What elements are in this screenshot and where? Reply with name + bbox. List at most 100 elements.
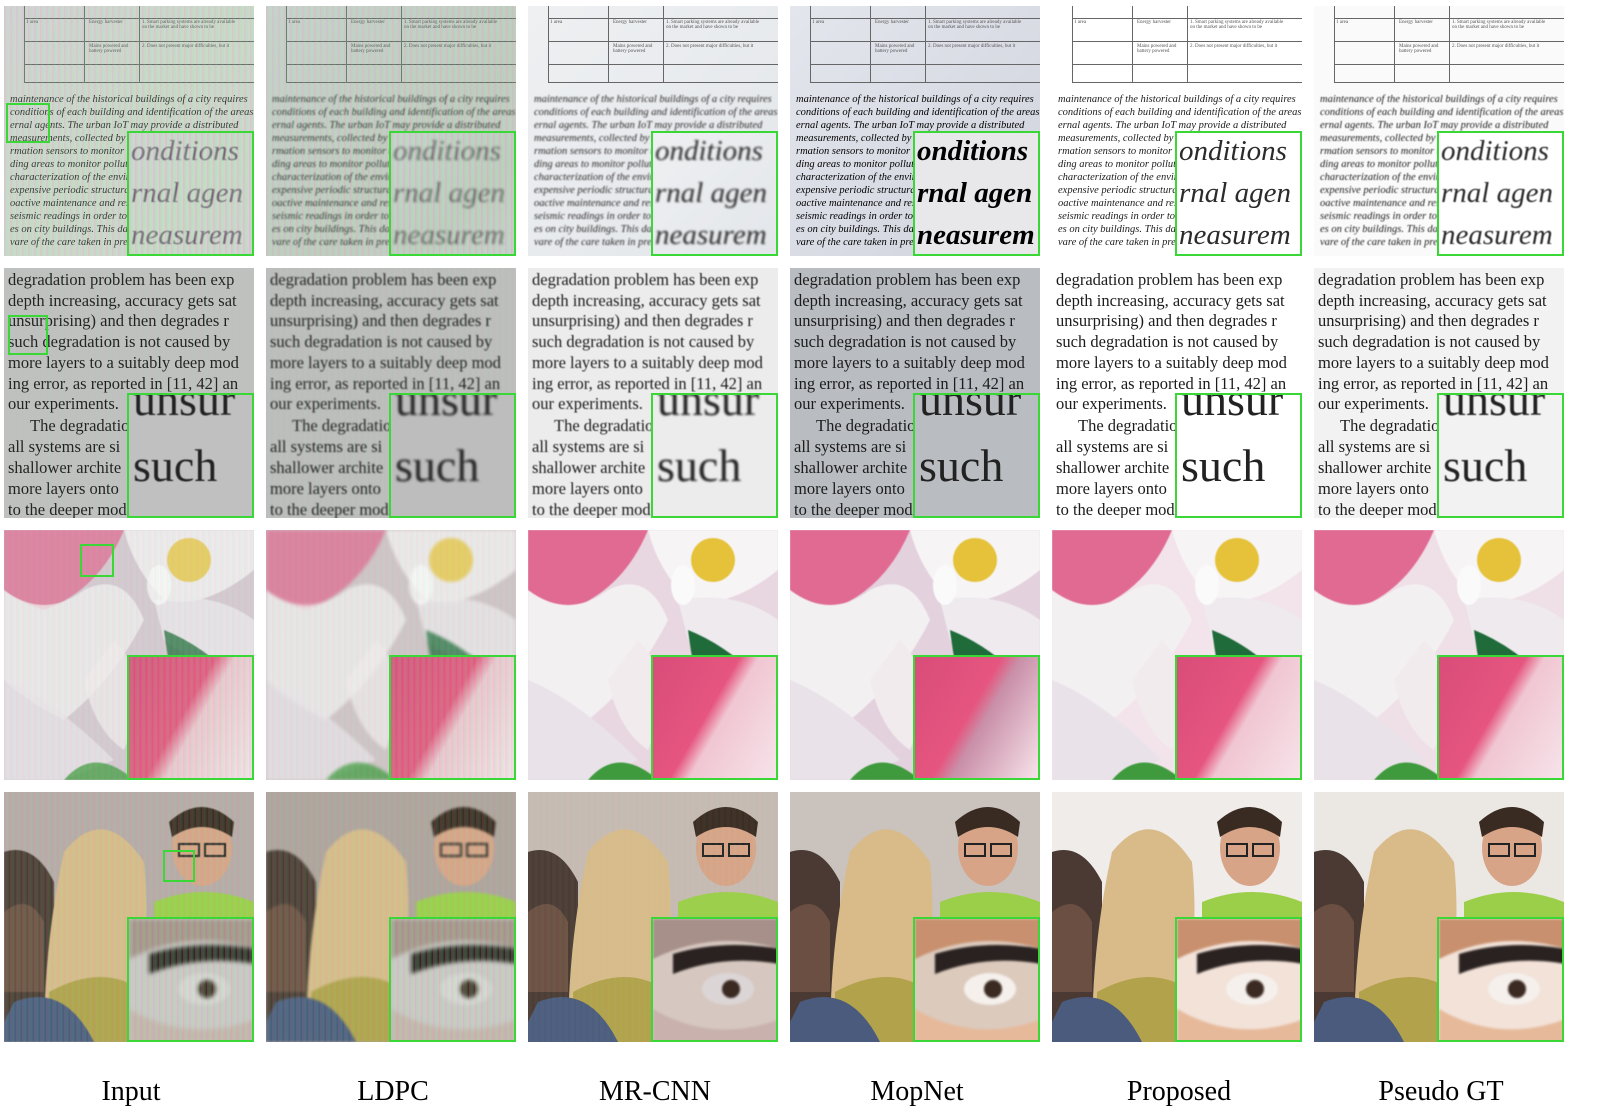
paper-text-line: to the deeper mod — [8, 500, 127, 518]
glasses-zoom — [129, 919, 252, 1040]
zoom-text-line: rnal agen — [131, 177, 243, 209]
document-text-line: characterization of the enviro — [796, 172, 921, 183]
flower-shape — [691, 538, 735, 582]
paper-text-line: The degradatio — [1340, 416, 1440, 435]
document-text-line: oactive maintenance and resto — [272, 198, 401, 209]
document-text-line: measurements, collected by s — [272, 133, 395, 144]
table-rule — [608, 6, 609, 82]
paper-text-line: more layers to a suitably deep mod — [794, 352, 1025, 372]
table-cell-text: 2. Does not present major difficulties, … — [404, 44, 492, 49]
paper-text-line: all systems are si — [532, 437, 645, 456]
table-rule — [84, 6, 85, 82]
table-rule — [286, 6, 287, 82]
document-text-line: maintenance of the historical buildings … — [1058, 94, 1296, 105]
paper-text-line: ing error, as reported in [11, 42] an — [1056, 373, 1287, 393]
zoom-inset: unsur such — [1437, 393, 1564, 518]
document-panel-mrcnn: 1 area Energy harvester 1. Smart parking s… — [528, 6, 778, 256]
zoom-text-line: neasurem — [655, 219, 767, 251]
table-cell-text: battery powered — [1399, 49, 1432, 54]
document-text-line: characterization of the enviro — [272, 172, 397, 183]
document-table: 1 area Energy harvester 1. Smart parking s… — [1072, 6, 1302, 84]
zoom-shape — [1197, 945, 1300, 974]
document-text-line: measurements, collected by s — [1058, 133, 1181, 144]
table-cell-text: battery powered — [613, 49, 646, 54]
zoom-inset: onditions rnal agen neasurem — [127, 131, 254, 256]
paper-text-line: more layers to a suitably deep mod — [8, 352, 239, 372]
label-ldpc: LDPC — [357, 1076, 429, 1107]
paper-text-line: all systems are si — [1318, 437, 1431, 456]
zoom-inset: unsur such — [389, 393, 516, 518]
table-cell-text: battery powered — [89, 49, 122, 54]
glasses-zoom — [1177, 919, 1300, 1040]
paper-text-line: degradation problem has been exp — [8, 270, 235, 289]
flower-shape — [933, 565, 957, 605]
people-shape — [790, 904, 830, 992]
document-text-line: characterization of the enviro — [1058, 172, 1183, 183]
flower-shape — [1195, 565, 1219, 605]
document-text-line: es on city buildings. This data — [1320, 224, 1446, 235]
flower-panel-mrcnn — [528, 530, 778, 780]
document-panel-input: 1 area Energy harvester 1. Smart parking s… — [4, 6, 254, 256]
roi-marker — [6, 103, 50, 143]
paper-text-line: depth increasing, accuracy gets sat — [270, 290, 499, 310]
zoom-text-line: unsur — [1181, 393, 1284, 425]
paper-text-line: The degradatio — [554, 416, 654, 435]
table-cell-text: 2. Does not present major difficulties, … — [142, 44, 230, 49]
zoom-shape — [1508, 980, 1526, 998]
paper-text-line: more layers onto — [1318, 479, 1429, 498]
document-panel-proposed: 1 area Energy harvester 1. Smart parking s… — [1052, 6, 1302, 256]
table-rule — [1072, 82, 1302, 83]
zoom-shape — [1177, 1009, 1300, 1040]
table-rule — [1449, 6, 1450, 82]
document-table: 1 area Energy harvester 1. Smart parking s… — [1334, 6, 1564, 84]
roi-marker — [8, 315, 48, 355]
table-cell-text: 1 area — [1336, 20, 1349, 25]
document-table: 1 area Energy harvester 1. Smart parking s… — [548, 6, 778, 84]
zoom-inset: onditions rnal agen neasurem — [1437, 131, 1564, 256]
zoom-inset — [127, 917, 254, 1042]
zoom-text-line: such — [1443, 440, 1528, 491]
zoom-text-line: neasurem — [1179, 219, 1291, 251]
paper-text-line: such degradation is not caused by — [270, 332, 493, 352]
document-text-line: characterization of the enviro — [1320, 172, 1445, 183]
zoom-shape — [673, 945, 776, 974]
document-text-line: maintenance of the historical buildings … — [1320, 94, 1558, 105]
zoom-text-line: rnal agen — [1441, 177, 1553, 209]
document-text-line: maintenance of the historical buildings … — [272, 94, 510, 105]
document-text-line: seismic readings in order to b — [534, 211, 659, 222]
zoom-inset: onditions rnal agen neasurem — [913, 131, 1040, 256]
document-text-line: conditions of each building and identifi… — [272, 107, 516, 118]
flower-panel-pseudo-gt — [1314, 530, 1564, 780]
zoom-inset — [651, 655, 778, 780]
zoom-inset — [651, 917, 778, 1042]
table-cell-text: Energy harvester — [613, 20, 647, 25]
paper-text-line: all systems are si — [794, 437, 907, 456]
document-text-line: conditions of each building and identifi… — [1320, 107, 1564, 118]
document-text-line: oactive maintenance and resto — [1058, 198, 1187, 209]
paper-text-line: The degradatio — [1078, 416, 1178, 435]
paper-text-line: depth increasing, accuracy gets sat — [1318, 290, 1547, 310]
paper-text-line: depth increasing, accuracy gets sat — [794, 290, 1023, 310]
people-panel-mopnet — [790, 792, 1040, 1042]
label-proposed: Proposed — [1126, 1076, 1232, 1107]
zoom-shape — [1246, 980, 1264, 998]
document-text-line: expensive periodic structural — [534, 185, 657, 196]
paper-text-line: to the deeper mod — [1056, 500, 1175, 518]
flower-shape — [147, 565, 171, 605]
table-cell-text: Energy harvester — [1137, 20, 1171, 25]
document-text-line: rmation sensors to monitor th — [534, 146, 659, 157]
paper-text-line: shallower archite — [794, 458, 908, 477]
paper-text-line: unsurprising) and then degrades r — [270, 311, 491, 331]
paper-text-line: degradation problem has been exp — [1318, 270, 1545, 289]
roi-marker — [80, 544, 114, 577]
document-text-line: expensive periodic structural — [796, 185, 919, 196]
table-rule — [1334, 82, 1564, 83]
paper-text-line: more layers onto — [1056, 479, 1167, 498]
zoom-shape — [722, 980, 740, 998]
document-text-line: oactive maintenance and resto — [534, 198, 663, 209]
paper-text-line: such degradation is not caused by — [1056, 332, 1279, 352]
paper-text-line: more layers to a suitably deep mod — [1056, 352, 1287, 372]
paper-text-line: degradation problem has been exp — [1056, 270, 1283, 289]
glasses-zoom — [391, 919, 514, 1040]
flower-shape — [409, 565, 433, 605]
